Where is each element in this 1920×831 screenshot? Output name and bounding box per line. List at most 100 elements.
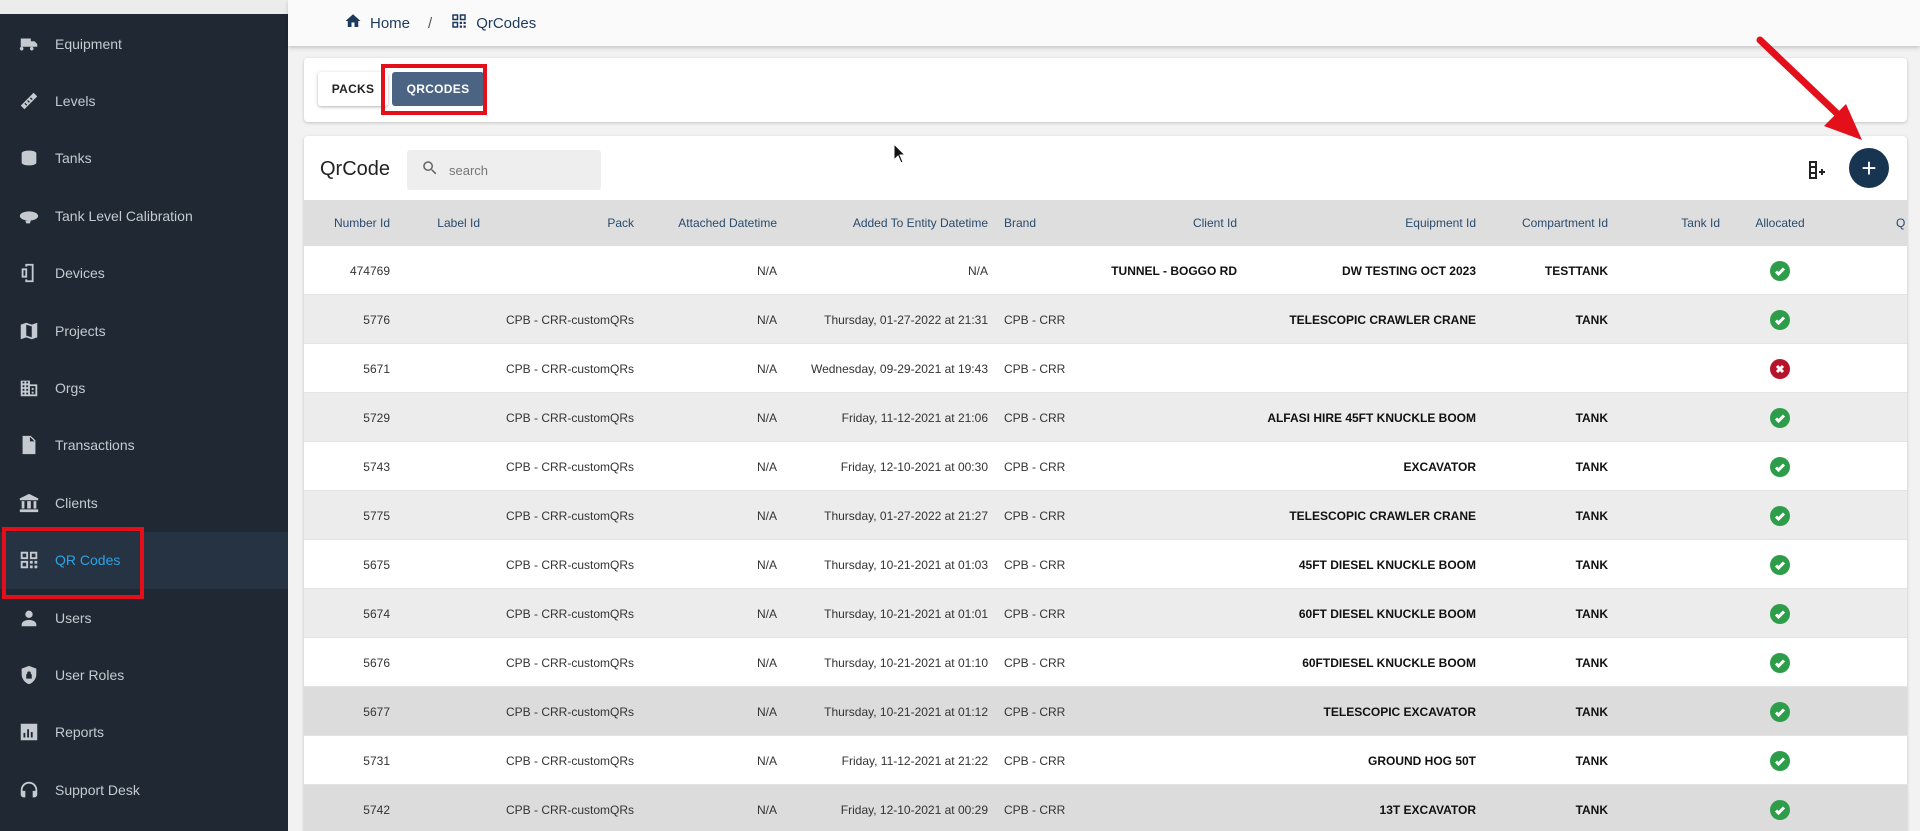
cell-compartment: TANK xyxy=(1575,753,1608,768)
cell-client xyxy=(1094,589,1237,638)
cell-compartment: TANK xyxy=(1575,557,1608,572)
tab-qrcodes[interactable]: QRCODES xyxy=(392,72,484,106)
sidebar-item-devices[interactable]: Devices xyxy=(0,245,288,302)
table-row[interactable]: 5775 CPB - CRR-customQRs N/A Thursday, 01-2… xyxy=(304,491,1907,540)
cell-brand: CPB - CRR xyxy=(1004,361,1066,376)
sidebar-item-levels[interactable]: Levels xyxy=(0,72,288,129)
table-row[interactable]: 5676 CPB - CRR-customQRs N/A Thursday, 10-2… xyxy=(304,638,1907,687)
cell-tank xyxy=(1620,246,1720,295)
cell-compartment: TANK xyxy=(1575,606,1608,621)
sidebar-item-user-roles[interactable]: User Roles xyxy=(0,646,288,703)
table-row[interactable]: 5776 CPB - CRR-customQRs N/A Thursday, 01-2… xyxy=(304,295,1907,344)
cell-number-id: 5742 xyxy=(363,802,390,817)
column-header-attached-datetime[interactable]: Attached Datetime xyxy=(644,200,777,246)
cell-client xyxy=(1094,785,1237,831)
cell-pack: CPB - CRR-customQRs xyxy=(505,802,634,817)
cell-tank xyxy=(1620,589,1720,638)
column-header-allocated[interactable]: Allocated xyxy=(1720,200,1840,246)
sidebar-item-label: Levels xyxy=(55,92,96,109)
cell-client xyxy=(1094,687,1237,736)
cell-pack: CPB - CRR-customQRs xyxy=(505,704,634,719)
allocated-cell xyxy=(1720,785,1840,831)
column-header-compartment-id[interactable]: Compartment Id xyxy=(1484,200,1608,246)
table-row[interactable]: 5675 CPB - CRR-customQRs N/A Thursday, 10-2… xyxy=(304,540,1907,589)
column-header-added-to-entity-datetime[interactable]: Added To Entity Datetime xyxy=(784,200,988,246)
check-circle-icon xyxy=(1770,554,1790,575)
table-row[interactable]: 5671 CPB - CRR-customQRs N/A Wednesday, 09-… xyxy=(304,344,1907,393)
shield-icon xyxy=(17,663,41,687)
sidebar-item-transactions[interactable]: Transactions xyxy=(0,417,288,474)
allocated-cell xyxy=(1720,442,1840,491)
sidebar-item-reports[interactable]: Reports xyxy=(0,704,288,761)
qrcode-table-card: QrCode + Number IdLabel IdPackAttached D… xyxy=(304,136,1907,831)
cell-pack: CPB - CRR-customQRs xyxy=(505,753,634,768)
check-circle-icon xyxy=(1770,750,1790,771)
cell-number-id: 5671 xyxy=(363,361,390,376)
breadcrumb-home[interactable]: Home xyxy=(370,15,410,32)
allocated-cell xyxy=(1720,491,1840,540)
cell-label-id xyxy=(400,344,480,393)
cell-label-id xyxy=(400,295,480,344)
cell-pack: CPB - CRR-customQRs xyxy=(505,606,634,621)
columns-icon[interactable] xyxy=(1804,156,1830,184)
cell-added: Thursday, 10-21-2021 at 01:01 xyxy=(824,606,988,621)
cell-tank xyxy=(1620,736,1720,785)
cell-number-id: 5675 xyxy=(363,557,390,572)
table-row[interactable]: 474769 N/A N/A TUNNEL - BOGGO RD DW TESTING … xyxy=(304,246,1907,295)
sidebar-item-equipment[interactable]: Equipment xyxy=(0,15,288,72)
cell-client xyxy=(1094,442,1237,491)
column-header-client-id[interactable]: Client Id xyxy=(1094,200,1237,246)
cell-label-id xyxy=(400,638,480,687)
search-input[interactable] xyxy=(449,162,589,178)
sidebar-item-tanks[interactable]: Tanks xyxy=(0,130,288,187)
column-header-brand[interactable]: Brand xyxy=(1004,200,1094,246)
sidebar-item-users[interactable]: Users xyxy=(0,589,288,646)
sidebar-item-label: Devices xyxy=(55,265,105,282)
cell-number-id: 5674 xyxy=(363,606,390,621)
truck-icon xyxy=(17,32,41,56)
cell-added: Thursday, 10-21-2021 at 01:03 xyxy=(824,557,988,572)
cell-tank xyxy=(1620,638,1720,687)
cell-tank xyxy=(1620,785,1720,831)
sidebar-item-label: Clients xyxy=(55,494,98,511)
sidebar-item-label: QR Codes xyxy=(55,552,121,569)
cell-attached: N/A xyxy=(756,557,777,572)
column-header-pack[interactable]: Pack xyxy=(484,200,634,246)
cell-equipment: 60FT DIESEL KNUCKLE BOOM xyxy=(1298,606,1476,621)
cell-attached: N/A xyxy=(756,753,777,768)
cell-added: Friday, 11-12-2021 at 21:06 xyxy=(841,410,988,425)
cell-brand xyxy=(1004,246,1094,295)
sidebar-item-qr-codes[interactable]: QR Codes xyxy=(0,531,288,589)
column-header-number-id[interactable]: Number Id xyxy=(304,200,390,246)
sidebar-item-projects[interactable]: Projects xyxy=(0,302,288,359)
column-header-q[interactable]: Q xyxy=(1896,200,1907,246)
table-row[interactable]: 5731 CPB - CRR-customQRs N/A Friday, 11-12-… xyxy=(304,736,1907,785)
tab-packs[interactable]: PACKS xyxy=(318,72,388,106)
sidebar-item-tank-level-calibration[interactable]: Tank Level Calibration xyxy=(0,187,288,244)
sidebar-item-clients[interactable]: Clients xyxy=(0,474,288,531)
cell-tank xyxy=(1620,442,1720,491)
sidebar-item-orgs[interactable]: Orgs xyxy=(0,359,288,416)
table-row[interactable]: 5729 CPB - CRR-customQRs N/A Friday, 11-12-… xyxy=(304,393,1907,442)
table-row[interactable]: 5677 CPB - CRR-customQRs N/A Thursday, 10-2… xyxy=(304,687,1907,736)
qr-icon xyxy=(450,12,468,34)
cell-compartment: TANK xyxy=(1575,704,1608,719)
column-header-equipment-id[interactable]: Equipment Id xyxy=(1244,200,1476,246)
document-icon xyxy=(17,433,41,457)
cell-client xyxy=(1094,295,1237,344)
add-qrcode-button[interactable]: + xyxy=(1849,148,1889,188)
column-header-label-id[interactable]: Label Id xyxy=(400,200,480,246)
cell-brand: CPB - CRR xyxy=(1004,312,1066,327)
cell-client: TUNNEL - BOGGO RD xyxy=(1111,263,1237,278)
sidebar-item-support-desk[interactable]: Support Desk xyxy=(0,761,288,818)
column-header-tank-id[interactable]: Tank Id xyxy=(1620,200,1720,246)
home-icon[interactable] xyxy=(344,12,362,34)
sidebar-item-label: Projects xyxy=(55,322,106,339)
cell-added: Thursday, 01-27-2022 at 21:27 xyxy=(824,508,988,523)
table-row[interactable]: 5743 CPB - CRR-customQRs N/A Friday, 12-10-… xyxy=(304,442,1907,491)
cell-added: Friday, 11-12-2021 at 21:22 xyxy=(841,753,988,768)
cell-added: Friday, 12-10-2021 at 00:29 xyxy=(840,802,988,817)
table-row[interactable]: 5742 CPB - CRR-customQRs N/A Friday, 12-10-… xyxy=(304,785,1907,831)
table-row[interactable]: 5674 CPB - CRR-customQRs N/A Thursday, 10-2… xyxy=(304,589,1907,638)
cell-added: Friday, 12-10-2021 at 00:30 xyxy=(840,459,988,474)
